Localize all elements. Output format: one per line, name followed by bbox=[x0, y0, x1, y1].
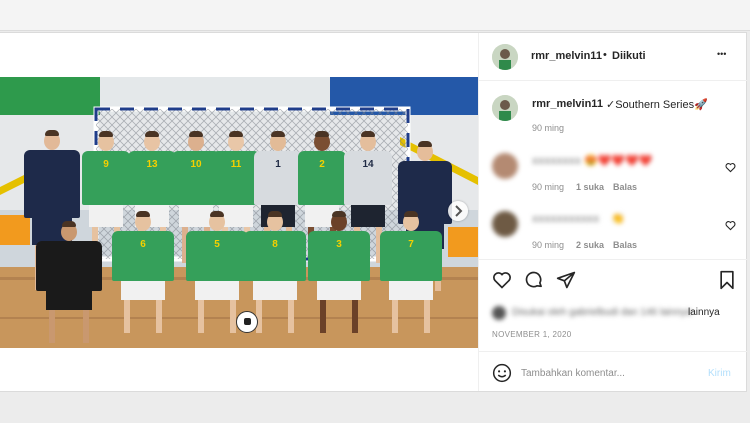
front-row: 6 5 8 3 7 bbox=[0, 77, 478, 348]
comment-likes[interactable]: 1 suka bbox=[576, 182, 604, 192]
jersey-number: 8 bbox=[272, 239, 278, 250]
caption-time: 90 ming bbox=[532, 123, 565, 133]
follow-status[interactable]: Diikuti bbox=[612, 50, 646, 62]
comment-icon[interactable] bbox=[524, 270, 544, 290]
soccer-ball bbox=[236, 311, 258, 333]
jersey-number: 6 bbox=[140, 239, 146, 250]
instagram-post: 9 13 10 11 1 2 14 65837 rmr_melvin11 • Diikuti… bbox=[0, 32, 747, 392]
like-heart-icon[interactable] bbox=[492, 270, 512, 290]
comment-item: xxxxxxxxxxx 👏 90 ming 2 suka Balas bbox=[479, 209, 747, 255]
post-date: NOVEMBER 1, 2020 bbox=[492, 330, 572, 339]
post-side-panel: rmr_melvin11 • Diikuti ••• rmr_melvin11 … bbox=[478, 33, 747, 392]
jersey-number: 7 bbox=[408, 239, 414, 250]
caption-avatar[interactable] bbox=[492, 95, 518, 121]
add-comment-bar: Tambahkan komentar... Kirim bbox=[479, 351, 747, 392]
chevron-right-icon bbox=[455, 205, 463, 217]
liker-avatar bbox=[492, 306, 506, 320]
caption: rmr_melvin11 ✓Southern Series🚀 90 ming bbox=[479, 91, 747, 141]
comment-text: 👏 bbox=[611, 213, 625, 225]
likes-line[interactable]: Disukai oleh gabrielbudi dan 146 lainnya… bbox=[492, 305, 737, 321]
avatar-image bbox=[492, 95, 518, 121]
player: 6 bbox=[112, 211, 174, 334]
player: 8 bbox=[244, 211, 306, 334]
comment-username[interactable]: xxxxxxxxxxx bbox=[532, 213, 599, 225]
post-comment-button[interactable]: Kirim bbox=[708, 368, 731, 379]
save-icon[interactable] bbox=[718, 270, 736, 290]
caption-text: ✓Southern Series🚀 bbox=[606, 99, 708, 111]
action-bar bbox=[479, 259, 747, 294]
likes-text: Disukai oleh gabrielbudi dan 146 lainnya bbox=[512, 307, 692, 318]
heart-icon[interactable] bbox=[725, 162, 736, 173]
smile-icon[interactable] bbox=[492, 363, 512, 383]
comment-text: 😍❤️❤️❤️❤️ bbox=[584, 155, 653, 167]
more-icon[interactable]: ••• bbox=[717, 49, 726, 59]
header-separator: • bbox=[603, 49, 607, 61]
commenter-avatar[interactable] bbox=[492, 153, 518, 179]
caption-username[interactable]: rmr_melvin11 bbox=[532, 98, 603, 110]
post-header: rmr_melvin11 • Diikuti ••• bbox=[479, 33, 747, 81]
player bbox=[36, 221, 102, 344]
likes-text-tail: lainnya bbox=[688, 307, 720, 318]
jersey-number: 5 bbox=[214, 239, 220, 250]
comment-time: 90 ming bbox=[532, 182, 565, 192]
comment-reply-button[interactable]: Balas bbox=[613, 240, 637, 250]
comment-time: 90 ming bbox=[532, 240, 565, 250]
comment-reply-button[interactable]: Balas bbox=[613, 182, 637, 192]
comment-username[interactable]: xxxxxxxx bbox=[532, 155, 581, 167]
author-username[interactable]: rmr_melvin11 bbox=[531, 50, 602, 62]
comment-item: xxxxxxxx 😍❤️❤️❤️❤️ 90 ming 1 suka Balas bbox=[479, 151, 747, 197]
jersey-number: 3 bbox=[336, 239, 342, 250]
commenter-avatar[interactable] bbox=[492, 211, 518, 237]
player: 5 bbox=[186, 211, 248, 334]
heart-icon[interactable] bbox=[725, 220, 736, 231]
author-avatar[interactable] bbox=[492, 44, 518, 70]
avatar-image bbox=[492, 44, 518, 70]
post-media[interactable]: 9 13 10 11 1 2 14 65837 bbox=[0, 33, 478, 391]
comment-likes[interactable]: 2 suka bbox=[576, 240, 604, 250]
share-icon[interactable] bbox=[556, 270, 576, 290]
player: 3 bbox=[308, 211, 370, 334]
browser-top-strip bbox=[0, 0, 750, 31]
team-photo: 9 13 10 11 1 2 14 65837 bbox=[0, 77, 478, 348]
player: 7 bbox=[380, 211, 442, 334]
next-photo-button[interactable] bbox=[448, 201, 468, 221]
comment-input[interactable]: Tambahkan komentar... bbox=[521, 368, 625, 379]
